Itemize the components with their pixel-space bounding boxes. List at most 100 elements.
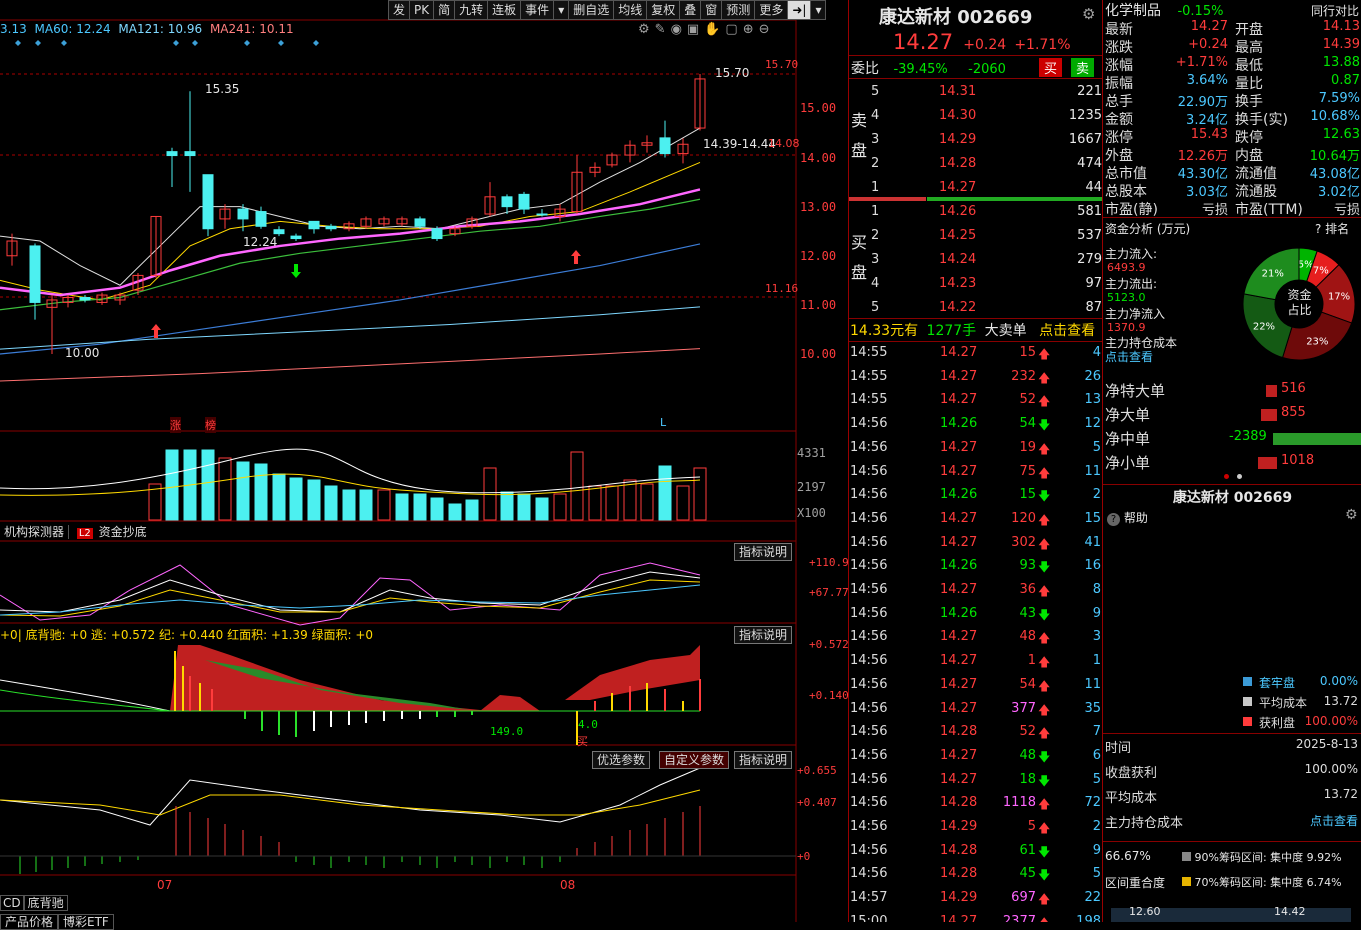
- red-area: [565, 645, 700, 700]
- buy-button[interactable]: 买: [1039, 58, 1063, 77]
- price-axis-label: 15.70: [765, 58, 799, 71]
- tick-count: 5: [1092, 771, 1101, 787]
- eye-icon[interactable]: ◉: [671, 22, 687, 37]
- tick-row: 14:56 14.27 302 🡅 41: [849, 532, 1102, 555]
- toolbar-button[interactable]: ▾: [553, 0, 570, 20]
- tick-price: 14.27: [940, 747, 978, 763]
- chip-70-value: 6.74%: [1306, 876, 1342, 889]
- down-arrow-icon: 🡇: [1038, 773, 1051, 788]
- tab-fund-bottom[interactable]: 资金抄底: [97, 525, 149, 539]
- tick-row: 14:56 14.27 18 🡇 5: [849, 769, 1102, 792]
- preset-params-button[interactable]: 优选参数: [592, 751, 651, 769]
- tick-row: 14:56 14.27 1 🡅 1: [849, 650, 1102, 673]
- trash-icon[interactable]: ▣: [687, 22, 704, 37]
- toolbar-button[interactable]: 简: [433, 0, 456, 20]
- osc-line: [0, 579, 701, 617]
- settings-icon[interactable]: ⚙: [638, 22, 655, 37]
- quote-value: 12.63: [1322, 127, 1360, 142]
- ma-line: [0, 161, 701, 301]
- up-arrow-icon: 🡅: [1038, 655, 1051, 670]
- toolbar-button[interactable]: 事件: [520, 0, 555, 20]
- hand-icon[interactable]: ✋: [704, 22, 725, 37]
- toolbar-button[interactable]: 预测: [721, 0, 756, 20]
- zoom-out-icon[interactable]: ⊖: [759, 22, 775, 37]
- toolbar-button[interactable]: 复权: [646, 0, 681, 20]
- toolbar-button[interactable]: 连板: [487, 0, 522, 20]
- chip-70-range: 70%筹码区间: 集中度 6.74%: [1182, 874, 1342, 890]
- big-order-row[interactable]: 14.33元有 1277手 大卖单 点击查看: [850, 320, 1095, 340]
- toolbar-button[interactable]: 九转: [454, 0, 489, 20]
- tick-volume: 120: [1011, 510, 1036, 526]
- ma-legend: 3.13 MA60: 12.24 MA121: 10.96 MA241: 10.…: [0, 22, 294, 36]
- pen-icon[interactable]: ✎: [655, 22, 671, 37]
- tab-cd[interactable]: CD: [0, 895, 24, 911]
- main-inflow-value: 6493.9: [1107, 261, 1146, 274]
- indicator-help-button[interactable]: 指标说明: [734, 751, 793, 769]
- tick-time: 14:55: [850, 392, 888, 408]
- x-axis-label: 07: [157, 878, 173, 892]
- quote-value: 14.39: [1322, 37, 1360, 52]
- toolbar-button[interactable]: ▾: [810, 0, 827, 20]
- sell-button[interactable]: 卖: [1071, 58, 1095, 77]
- tick-volume: 232: [1011, 368, 1036, 384]
- rank-link[interactable]: ? 排名: [1315, 220, 1349, 237]
- toolbar-button[interactable]: 发: [388, 0, 411, 20]
- toolbar-button[interactable]: 窗: [700, 0, 723, 20]
- chip-info-value: 13.72: [1323, 787, 1358, 801]
- quote-label: 涨停: [1105, 130, 1133, 146]
- tick-count: 4: [1092, 345, 1101, 360]
- osc-annotation: 149.0: [490, 725, 524, 738]
- volume-bar: [377, 489, 391, 521]
- tick-price: 14.26: [940, 416, 978, 432]
- settings-icon[interactable]: ⚙: [1082, 5, 1095, 23]
- limit-up-marker[interactable]: 涨: [170, 417, 181, 433]
- page-dot[interactable]: [1224, 474, 1229, 479]
- tick-list[interactable]: 14:55 14.27 15 🡅 4 14:55 14.27 232 🡅 26 14:55 14.27…: [849, 342, 1102, 922]
- quote-value: 3.02亿: [1318, 185, 1360, 200]
- tick-price: 14.26: [940, 558, 978, 574]
- volume-bar: [359, 489, 373, 521]
- tick-volume: 52: [1019, 392, 1036, 408]
- rank-marker[interactable]: 榜: [205, 417, 216, 433]
- toolbar-button[interactable]: 更多: [754, 0, 789, 20]
- toolbar-button[interactable]: ➜|: [787, 0, 812, 20]
- quote-value: 亏损: [1201, 203, 1228, 218]
- ask-price: 14.28: [939, 156, 977, 171]
- quote-label: 换手: [1235, 94, 1263, 110]
- toolbar-button[interactable]: 叠: [679, 0, 702, 20]
- tab-institution-detector[interactable]: 机构探测器: [0, 525, 70, 539]
- up-arrow-icon: 🡅: [1038, 892, 1051, 907]
- zoom-box-icon[interactable]: ▢: [725, 22, 742, 37]
- tick-count: 16: [1084, 558, 1101, 574]
- tab-etf[interactable]: 博彩ETF: [58, 914, 114, 930]
- main-cost-link[interactable]: 点击查看: [1310, 812, 1358, 829]
- tab-product-price[interactable]: 产品价格: [0, 914, 59, 930]
- peer-compare-link[interactable]: 同行对比: [1311, 2, 1359, 19]
- big-order-link[interactable]: 点击查看: [1039, 323, 1095, 339]
- settings-icon[interactable]: ⚙: [1345, 507, 1358, 523]
- tick-price: 14.27: [940, 771, 978, 787]
- indicator-help-button[interactable]: 指标说明: [734, 626, 793, 644]
- toolbar-button[interactable]: 删自选: [568, 0, 615, 20]
- quote-label: 最低: [1235, 58, 1263, 74]
- custom-params-button[interactable]: 自定义参数: [659, 751, 730, 769]
- down-arrow-icon: 🡇: [1038, 844, 1051, 859]
- volume-bar: [272, 473, 286, 521]
- stock-title: 康达新材 002669: [879, 3, 1032, 29]
- ask-level: 4: [871, 108, 880, 123]
- tick-volume: 52: [1019, 724, 1036, 740]
- legend-swatch: [1243, 697, 1252, 706]
- osc-axis-label: +67.77: [809, 586, 849, 599]
- help-link[interactable]: ? 帮助: [1107, 509, 1148, 526]
- toolbar-button[interactable]: 均线: [613, 0, 648, 20]
- main-cost-link[interactable]: 点击查看: [1105, 348, 1153, 365]
- toolbar-button[interactable]: PK: [409, 0, 435, 20]
- tab-bottom-divergence[interactable]: 底背驰: [23, 895, 68, 911]
- zoom-in-icon[interactable]: ⊕: [743, 22, 759, 37]
- page-dot[interactable]: [1237, 474, 1242, 479]
- sector-row[interactable]: 化学制品 -0.15% 同行对比: [1105, 0, 1361, 20]
- tick-volume: 15: [1019, 487, 1036, 503]
- help-label: 帮助: [1123, 511, 1148, 525]
- indicator-help-button[interactable]: 指标说明: [734, 543, 793, 561]
- l-marker[interactable]: L: [660, 416, 666, 429]
